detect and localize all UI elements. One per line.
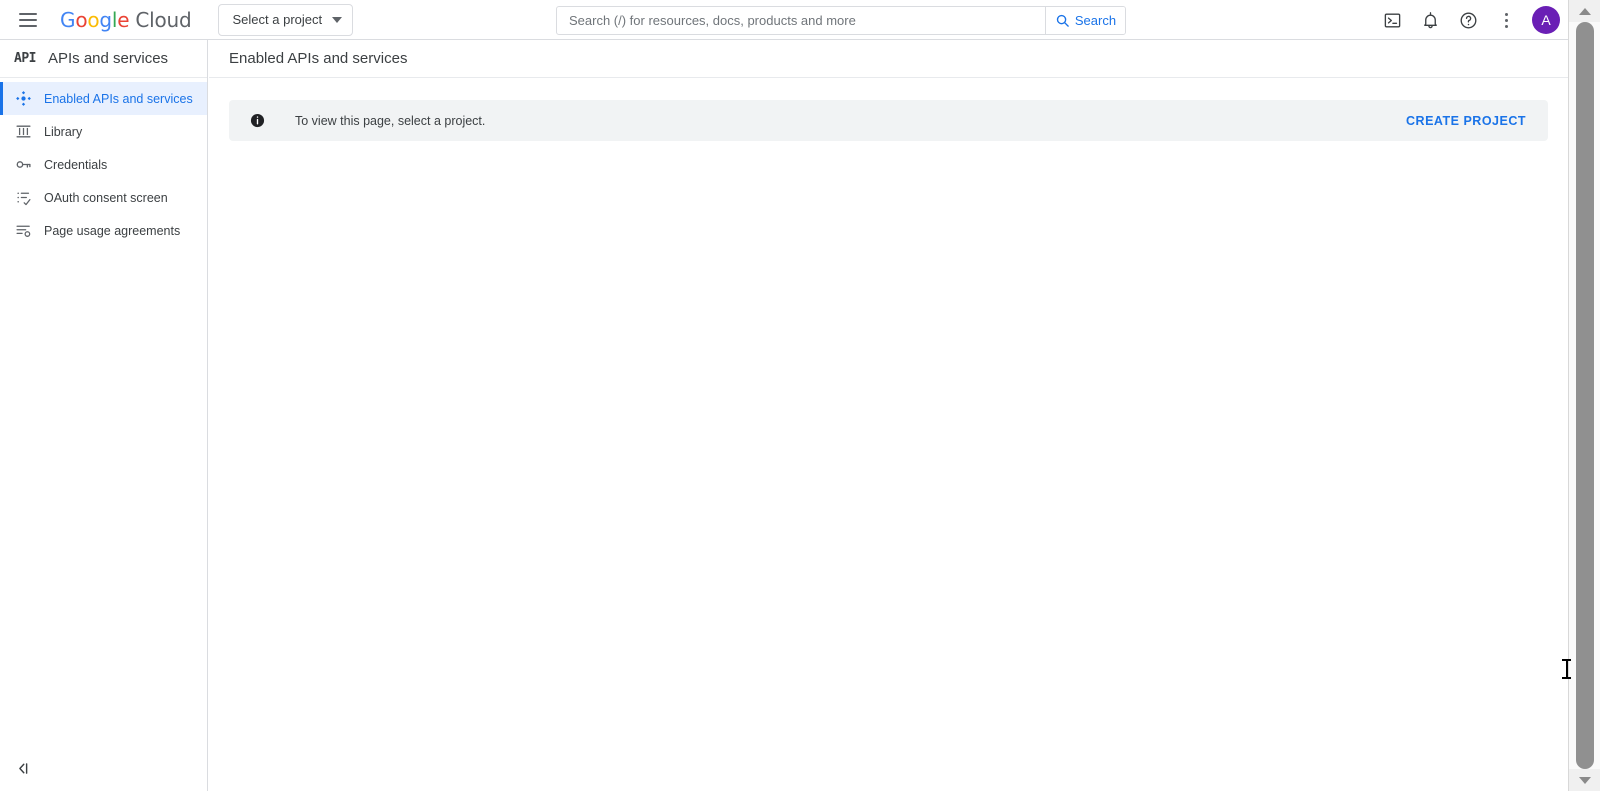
global-search-bar[interactable]: Search (556, 6, 1126, 35)
avatar-initial: A (1541, 12, 1550, 28)
hamburger-menu-icon[interactable] (8, 0, 48, 40)
sidebar-item-credentials[interactable]: Credentials (0, 148, 207, 181)
dot (1505, 13, 1508, 16)
sidebar-item-label: Credentials (44, 158, 107, 172)
topbar-actions: A (1374, 0, 1568, 40)
logo-letter-o2: o (87, 8, 99, 32)
dot (1505, 25, 1508, 28)
consent-checklist-icon (14, 189, 32, 207)
api-product-logo: API (14, 51, 36, 66)
logo-word-cloud: Cloud (135, 8, 191, 32)
sidebar-item-label: OAuth consent screen (44, 191, 168, 205)
search-button[interactable]: Search (1045, 7, 1125, 34)
sidebar-item-enabled-apis[interactable]: Enabled APIs and services (0, 82, 207, 115)
top-app-bar: GoogleCloud Select a project Search (0, 0, 1568, 40)
hamburger-line (19, 19, 37, 21)
key-icon (14, 156, 32, 174)
hamburger-line (19, 13, 37, 15)
three-dots-vertical-icon[interactable] (1488, 2, 1524, 38)
sidebar-item-page-usage-agreements[interactable]: Page usage agreements (0, 214, 207, 247)
library-icon (14, 123, 32, 141)
search-icon (1055, 13, 1070, 28)
create-project-button[interactable]: CREATE PROJECT (1398, 108, 1534, 134)
hamburger-line (19, 25, 37, 27)
bell-icon[interactable] (1412, 2, 1448, 38)
sidebar-item-library[interactable]: Library (0, 115, 207, 148)
page-header: Enabled APIs and services (209, 40, 1568, 78)
vertical-scrollbar[interactable] (1568, 0, 1600, 791)
help-circle-icon[interactable] (1450, 2, 1486, 38)
main-content: Enabled APIs and services To view this p… (209, 40, 1568, 791)
sidebar-title: APIs and services (48, 50, 168, 67)
chevron-down-icon (332, 17, 342, 23)
logo-letter-g2: g (99, 8, 112, 32)
info-banner-message: To view this page, select a project. (295, 114, 1398, 128)
project-picker-button[interactable]: Select a project (218, 4, 354, 36)
dot (1505, 19, 1508, 22)
sidebar-item-oauth-consent-screen[interactable]: OAuth consent screen (0, 181, 207, 214)
scroll-up-arrow-icon[interactable] (1569, 0, 1600, 22)
info-banner: To view this page, select a project. CRE… (229, 100, 1548, 141)
api-compass-icon (14, 90, 32, 108)
page-title: Enabled APIs and services (229, 50, 407, 67)
avatar[interactable]: A (1532, 6, 1560, 34)
sidebar-nav: Enabled APIs and services Library (0, 78, 207, 247)
sidebar-item-label: Enabled APIs and services (44, 92, 193, 106)
search-button-label: Search (1075, 13, 1116, 28)
collapse-panel-icon[interactable] (0, 745, 208, 791)
logo-letter-g1: G (60, 8, 75, 32)
logo-letter-e: e (117, 8, 129, 32)
info-filled-icon (249, 113, 265, 129)
sidebar-item-label: Page usage agreements (44, 224, 180, 238)
sidebar: API APIs and services Enabled APIs and s… (0, 40, 208, 791)
logo-letter-o1: o (75, 8, 87, 32)
scrollbar-thumb[interactable] (1576, 22, 1594, 769)
browser-viewport: GoogleCloud Select a project Search (0, 0, 1600, 791)
sidebar-header: API APIs and services (0, 40, 207, 78)
google-cloud-logo[interactable]: GoogleCloud (60, 8, 192, 32)
project-picker-label: Select a project (233, 12, 323, 27)
page-content: GoogleCloud Select a project Search (0, 0, 1568, 791)
page-settings-icon (14, 222, 32, 240)
search-input[interactable] (557, 7, 1045, 34)
sidebar-item-label: Library (44, 125, 82, 139)
terminal-icon[interactable] (1374, 2, 1410, 38)
scroll-down-arrow-icon[interactable] (1569, 769, 1600, 791)
